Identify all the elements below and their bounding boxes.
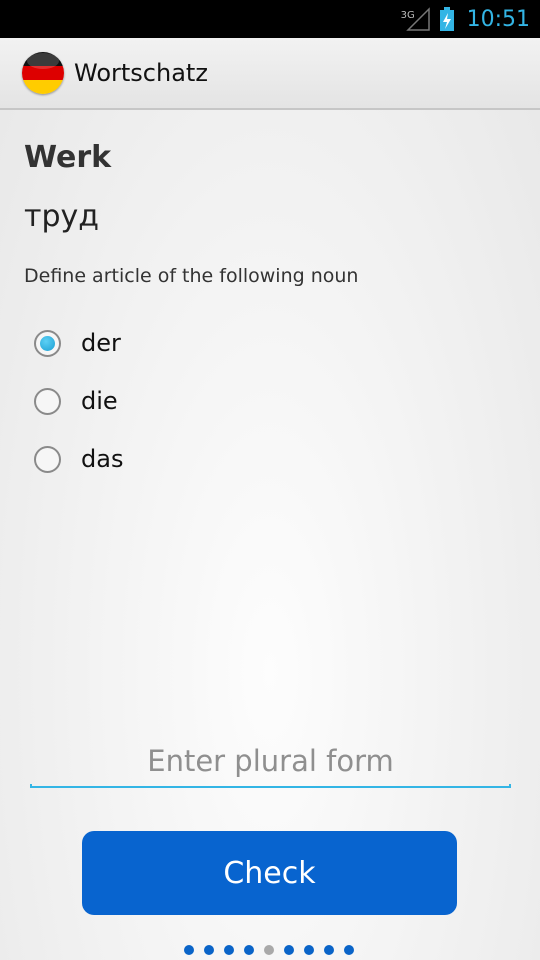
page-dot[interactable] [344, 945, 354, 955]
article-option-die[interactable]: die [34, 372, 123, 430]
status-icons: 3G 10:51 [401, 0, 530, 38]
clock: 10:51 [466, 6, 530, 32]
article-label: die [81, 387, 118, 415]
article-label: das [81, 445, 124, 473]
page-dot[interactable] [324, 945, 334, 955]
page-dot[interactable] [204, 945, 214, 955]
question-prompt: Define article of the following noun [24, 265, 359, 287]
page-dot[interactable] [284, 945, 294, 955]
article-radio-group: der die das [34, 314, 123, 488]
battery-icon [439, 6, 455, 32]
signal-icon: 3G [401, 6, 431, 32]
noun-translation: труд [24, 199, 100, 234]
article-option-das[interactable]: das [34, 430, 123, 488]
network-type: 3G [400, 10, 415, 21]
page-indicator [184, 945, 354, 955]
input-underline [30, 784, 511, 788]
app-title: Wortschatz [74, 59, 208, 87]
status-bar: 3G 10:51 [0, 0, 540, 38]
page-dot[interactable] [244, 945, 254, 955]
radio-button[interactable] [34, 387, 61, 415]
germany-flag-icon[interactable] [22, 52, 64, 94]
page-dot[interactable] [304, 945, 314, 955]
plural-form-input[interactable] [30, 735, 511, 787]
page-dot[interactable] [184, 945, 194, 955]
noun-word: Werk [24, 140, 112, 175]
article-option-der[interactable]: der [34, 314, 123, 372]
check-button[interactable]: Check [82, 831, 457, 915]
article-label: der [81, 329, 121, 357]
action-bar: Wortschatz [0, 38, 540, 110]
page-dot[interactable] [224, 945, 234, 955]
radio-button-checked[interactable] [34, 329, 61, 357]
radio-button[interactable] [34, 445, 61, 473]
page-dot-current[interactable] [264, 945, 274, 955]
